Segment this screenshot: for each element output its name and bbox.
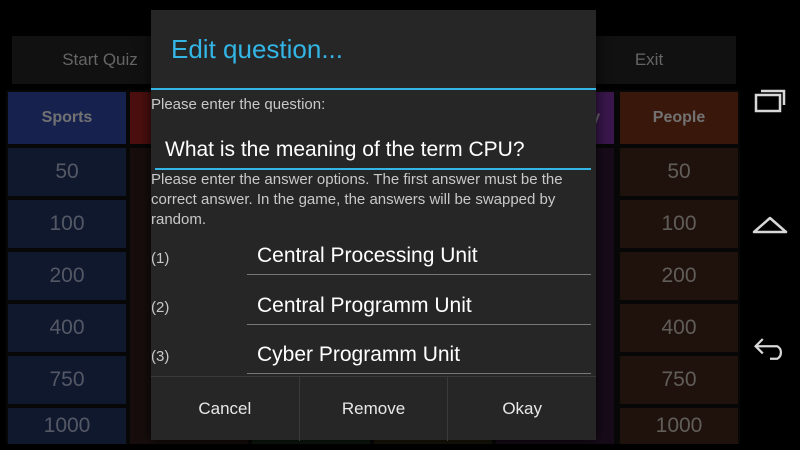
answer-2-value: Central Programm Unit xyxy=(257,294,472,317)
edit-question-dialog: Edit question... Please enter the questi… xyxy=(151,10,596,441)
cancel-button[interactable]: Cancel xyxy=(151,377,300,441)
answer-1-input[interactable]: Central Processing Unit xyxy=(247,236,591,275)
question-input-value: What is the meaning of the term CPU? xyxy=(165,138,525,161)
question-label: Please enter the question: xyxy=(151,96,326,113)
home-icon xyxy=(752,216,788,234)
okay-button[interactable]: Okay xyxy=(448,377,596,441)
answers-label: Please enter the answer options. The fir… xyxy=(151,171,563,228)
answer-3-value: Cyber Programm Unit xyxy=(257,343,461,366)
answer-1-number: (1) xyxy=(151,250,170,267)
answer-3-input[interactable]: Cyber Programm Unit xyxy=(247,335,591,374)
dialog-title: Edit question... xyxy=(171,34,343,64)
remove-button[interactable]: Remove xyxy=(300,377,449,441)
answer-3-number: (3) xyxy=(151,348,170,365)
question-input[interactable]: What is the meaning of the term CPU? xyxy=(155,120,591,170)
back-icon xyxy=(754,338,782,360)
answer-1-value: Central Processing Unit xyxy=(257,244,478,267)
recent-apps-icon xyxy=(754,89,786,113)
home-button[interactable] xyxy=(752,206,788,242)
answer-2-input[interactable]: Central Programm Unit xyxy=(247,286,591,325)
quiz-app: Start Quiz Exit Sports y People 50 100 2… xyxy=(0,0,742,450)
title-divider xyxy=(151,88,596,90)
back-button[interactable] xyxy=(752,330,788,366)
dialog-button-bar: Cancel Remove Okay xyxy=(151,376,596,441)
answer-2-number: (2) xyxy=(151,299,170,316)
recent-apps-button[interactable] xyxy=(752,82,788,118)
system-nav-bar xyxy=(740,0,800,450)
